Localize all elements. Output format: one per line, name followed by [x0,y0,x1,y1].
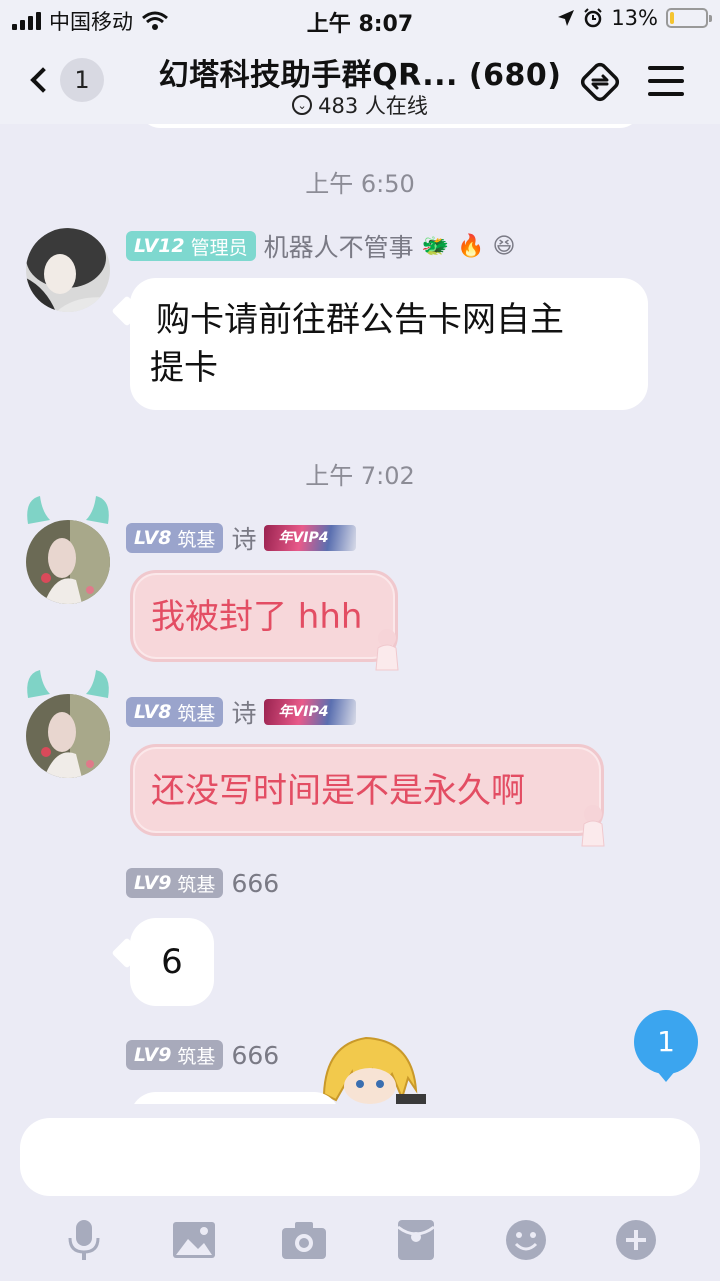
avatar[interactable] [26,228,110,312]
battery-percent: 13% [611,6,658,30]
message-bubble[interactable]: 6 [130,918,214,1006]
rank-label: 筑基 [177,873,216,896]
plus-button[interactable] [608,1212,664,1268]
timestamp: 上午 7:02 [305,462,415,490]
alarm-icon [584,8,603,28]
transfer-icon[interactable] [578,60,622,104]
rank-label: 筑基 [177,528,216,551]
level-label: LV8 [134,701,172,723]
admin-level-badge: LV12 管理员 [126,231,256,261]
anime-sticker [322,1036,426,1104]
avatar-photo [26,228,110,312]
rank-label: 筑基 [177,1045,216,1068]
input-toolbar [0,1212,720,1268]
microphone-icon [68,1220,100,1260]
message-bubble[interactable]: 我被封了 hhh [130,570,398,662]
status-right: 13% [557,6,712,30]
message-meta: LV9 筑基 666 [126,868,279,898]
sender-name[interactable]: 诗 [231,520,256,556]
message-list[interactable]: 上午 6:50 LV12 管理员 机器人不管事 🐲 🔥 😆 购卡请前往群公告卡网自… [0,124,720,1104]
sender-name[interactable]: 诗 [231,694,256,730]
sender-name[interactable]: 机器人不管事 [264,228,414,264]
chat-header: 1 幻塔科技助手群QR... (680) ⌄ 483 人在线 [0,40,720,124]
bubble-character-decoration [581,805,605,847]
message-text: 还没写时间是不是永久啊 [151,771,525,811]
message-text-line: 购卡请前往群公告卡网自主 [156,300,564,340]
camera-button[interactable] [276,1212,332,1268]
emoji-icon [506,1220,546,1260]
sender-name[interactable]: 666 [231,1041,279,1070]
signal-icon [12,12,41,30]
input-area [0,1104,720,1281]
new-message-badge[interactable]: 1 [634,1010,698,1082]
avatar-photo [26,520,110,604]
message-meta: LV8 筑基 诗 年VIP4 [126,520,357,556]
vip-badge: 年VIP4 [264,699,357,725]
message-bubble[interactable]: 还没写时间是不是永久啊 [130,744,604,836]
battery-icon [666,8,712,28]
camera-icon [282,1222,326,1259]
status-bar: 中国移动 上午 8:07 13% [0,0,720,40]
level-label: LV8 [134,527,172,549]
rank-label: 筑基 [177,702,216,725]
message-text-line: 提卡 [150,348,218,388]
carrier-name: 中国移动 [49,10,133,34]
level-badge: LV9 筑基 [126,1040,224,1070]
level-label: LV9 [134,1044,172,1066]
avatar[interactable] [26,694,110,778]
previous-bubble [140,124,640,128]
message-meta: LV12 管理员 机器人不管事 🐲 🔥 😆 [126,228,515,264]
dragon-icon: 🐲 [421,233,450,259]
avatar-photo [26,694,110,778]
plus-icon [616,1220,656,1260]
message-meta: LV9 筑基 666 [126,1040,279,1070]
rank-label: 管理员 [190,236,248,259]
menu-icon[interactable] [648,66,684,96]
timestamp: 上午 6:50 [305,170,415,198]
level-badge: LV8 筑基 [126,523,224,553]
battery-level [670,12,675,24]
smile-icon: 😆 [492,233,516,259]
chevron-down-icon: ⌄ [292,95,313,115]
fire-icon: 🔥 [457,233,485,259]
bubble-character-decoration [375,629,399,671]
message-meta: LV8 筑基 诗 年VIP4 [126,694,357,730]
image-button[interactable] [166,1212,222,1268]
red-packet-button[interactable] [388,1212,444,1268]
status-left: 中国移动 [12,6,169,36]
emoji-button[interactable] [498,1212,554,1268]
message-bubble[interactable] [130,1092,340,1104]
level-label: LV9 [134,872,172,894]
message-text: 我被封了 hhh [151,597,363,637]
red-packet-icon [397,1220,435,1260]
level-badge: LV9 筑基 [126,868,224,898]
message-bubble[interactable]: 购卡请前往群公告卡网自主 提卡 [130,278,648,410]
sender-name[interactable]: 666 [231,869,279,898]
message-input[interactable] [20,1118,700,1196]
image-icon [173,1222,215,1258]
avatar[interactable] [26,520,110,604]
location-arrow-icon [558,10,575,26]
vip-badge: 年VIP4 [264,525,357,551]
wifi-icon [142,11,168,30]
message-text: 6 [161,942,183,982]
level-badge: LV8 筑基 [126,697,224,727]
online-count: 483 人在线 [318,94,428,118]
level-label: LV12 [134,235,185,257]
microphone-button[interactable] [56,1212,112,1268]
